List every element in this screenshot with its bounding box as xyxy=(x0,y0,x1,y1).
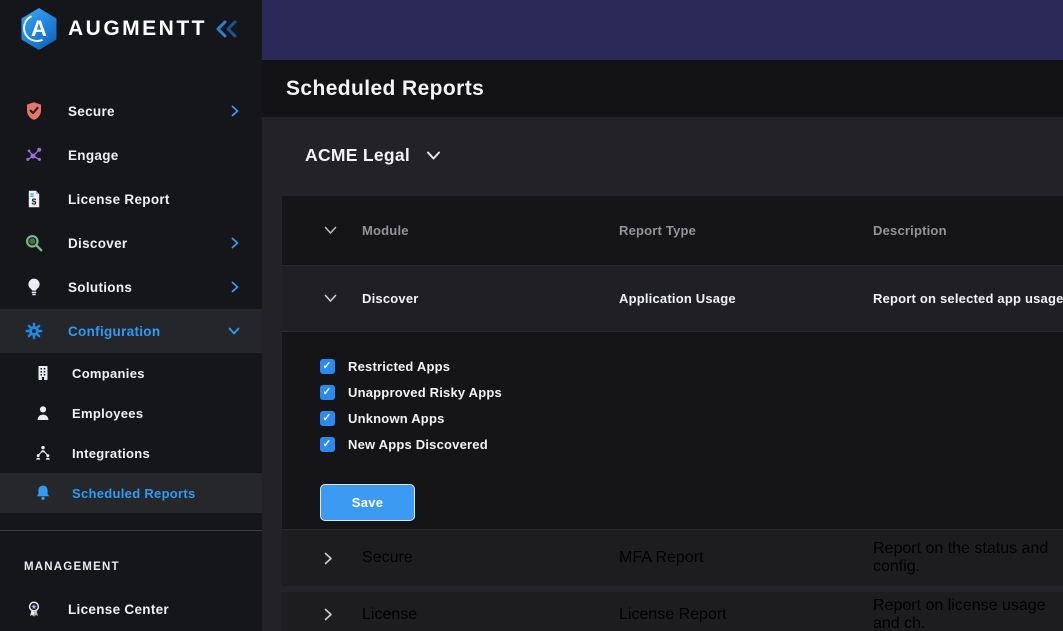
company-selector[interactable]: ACME Legal xyxy=(305,145,441,166)
sidebar-item-license-center[interactable]: License Center xyxy=(0,587,262,631)
sidebar-item-label: Companies xyxy=(72,366,145,381)
sidebar-item-label: Secure xyxy=(68,104,115,119)
sidebar-item-label: License Center xyxy=(68,602,169,617)
column-header-description: Description xyxy=(873,223,1063,238)
sidebar-item-engage[interactable]: Engage xyxy=(0,133,262,177)
magnifier-icon xyxy=(24,233,44,253)
sidebar-item-label: Scheduled Reports xyxy=(72,486,196,501)
checkbox-checked-icon[interactable] xyxy=(320,359,335,374)
cell-description: Report on license usage and ch. xyxy=(873,597,1063,631)
checkbox-label: Unapproved Risky Apps xyxy=(348,385,502,400)
cell-module: Discover xyxy=(362,291,619,306)
logo-row: A AUGMENTT xyxy=(0,0,262,58)
sidebar-item-secure[interactable]: Secure xyxy=(0,89,262,133)
cell-description: Report on the status and config. xyxy=(873,540,1063,576)
sidebar-item-label: Discover xyxy=(68,236,127,251)
top-bar xyxy=(262,0,1063,60)
cell-report-type: MFA Report xyxy=(619,549,873,567)
lightbulb-icon xyxy=(24,277,44,297)
save-button[interactable]: Save xyxy=(320,484,415,521)
cell-module: Secure xyxy=(362,549,619,567)
bell-icon xyxy=(34,484,52,502)
checkbox-checked-icon[interactable] xyxy=(320,411,335,426)
chevron-right-icon xyxy=(230,237,240,249)
report-options-panel: Restricted Apps Unapproved Risky Apps Un… xyxy=(282,331,1063,529)
sidebar-item-discover[interactable]: Discover xyxy=(0,221,262,265)
app-window: A AUGMENTT Secure xyxy=(0,0,1063,631)
checkbox-row-unapproved-risky-apps[interactable]: Unapproved Risky Apps xyxy=(320,385,1063,400)
expand-all-chevron-icon[interactable] xyxy=(282,226,362,235)
sidebar-item-label: Integrations xyxy=(72,446,150,461)
shield-check-icon xyxy=(24,101,44,121)
sidebar-item-label: Configuration xyxy=(68,324,160,339)
expand-row-chevron-icon[interactable] xyxy=(282,608,362,621)
sidebar-nav: Secure xyxy=(0,89,262,513)
sidebar-divider xyxy=(0,530,262,531)
building-icon xyxy=(34,364,52,382)
table-header-row: Module Report Type Description xyxy=(282,196,1063,265)
cell-report-type: License Report xyxy=(619,606,873,624)
checkbox-label: Unknown Apps xyxy=(348,411,445,426)
expand-row-chevron-icon[interactable] xyxy=(282,552,362,565)
invoice-icon: $ xyxy=(24,189,44,209)
sidebar-item-solutions[interactable]: Solutions xyxy=(0,265,262,309)
collapse-sidebar-icon[interactable] xyxy=(215,20,239,38)
cell-module: License xyxy=(362,606,619,624)
sidebar-subitem-scheduled-reports[interactable]: Scheduled Reports xyxy=(0,473,262,513)
svg-text:$: $ xyxy=(32,197,37,207)
person-icon xyxy=(34,404,52,422)
chevron-down-icon xyxy=(228,326,240,336)
sidebar-subitem-employees[interactable]: Employees xyxy=(0,393,262,433)
chevron-right-icon xyxy=(230,281,240,293)
main-content: ACME Legal Module Report Type Descriptio… xyxy=(262,117,1063,631)
company-selector-label: ACME Legal xyxy=(305,145,410,166)
collapse-row-chevron-icon[interactable] xyxy=(282,294,362,303)
chevron-right-icon xyxy=(230,105,240,117)
checkbox-checked-icon[interactable] xyxy=(320,437,335,452)
sidebar-subitem-companies[interactable]: Companies xyxy=(0,353,262,393)
brand-name: AUGMENTT xyxy=(68,17,207,41)
org-chart-icon xyxy=(34,444,52,462)
checkbox-label: New Apps Discovered xyxy=(348,437,488,452)
checkbox-checked-icon[interactable] xyxy=(320,385,335,400)
sidebar-item-label: Employees xyxy=(72,406,143,421)
scheduled-reports-table: Module Report Type Description Discover … xyxy=(282,196,1063,631)
checkbox-row-restricted-apps[interactable]: Restricted Apps xyxy=(320,359,1063,374)
sidebar-item-label: Solutions xyxy=(68,280,132,295)
column-header-module: Module xyxy=(362,223,619,238)
page-title-bar: Scheduled Reports xyxy=(262,60,1063,117)
sidebar-item-license-report[interactable]: $ License Report xyxy=(0,177,262,221)
column-header-report-type: Report Type xyxy=(619,223,873,238)
logo-swirl xyxy=(19,10,55,46)
chevron-down-icon xyxy=(426,150,441,161)
sidebar-item-label: Engage xyxy=(68,148,119,163)
gear-icon xyxy=(24,321,44,341)
page-title: Scheduled Reports xyxy=(286,77,484,101)
network-icon xyxy=(24,145,44,165)
management-section-label: MANAGEMENT xyxy=(24,561,262,573)
table-row-discover[interactable]: Discover Application Usage Report on sel… xyxy=(282,265,1063,331)
checkbox-row-new-apps-discovered[interactable]: New Apps Discovered xyxy=(320,437,1063,452)
table-row-license[interactable]: License License Report Report on license… xyxy=(282,592,1063,631)
cell-report-type: Application Usage xyxy=(619,291,873,306)
cell-description: Report on selected app usage m xyxy=(873,291,1063,306)
sidebar-item-label: License Report xyxy=(68,192,170,207)
checkbox-row-unknown-apps[interactable]: Unknown Apps xyxy=(320,411,1063,426)
award-icon xyxy=(24,599,44,619)
sidebar-subitem-integrations[interactable]: Integrations xyxy=(0,433,262,473)
checkbox-label: Restricted Apps xyxy=(348,359,450,374)
table-row-secure[interactable]: Secure MFA Report Report on the status a… xyxy=(282,529,1063,586)
sidebar: A AUGMENTT Secure xyxy=(0,0,262,631)
augmentt-logo-icon: A xyxy=(20,8,58,50)
sidebar-item-configuration[interactable]: Configuration xyxy=(0,309,262,353)
